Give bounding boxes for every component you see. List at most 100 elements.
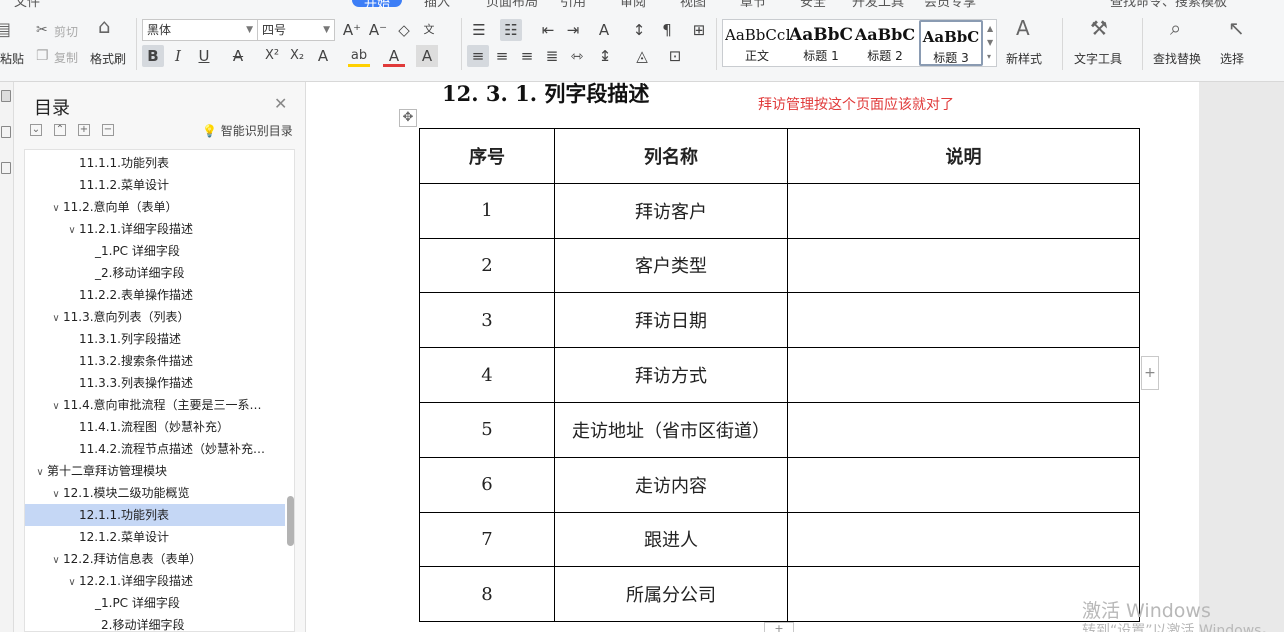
cut-button[interactable]: 剪切 xyxy=(54,23,78,40)
grow-font-icon[interactable]: A⁺ xyxy=(341,19,363,41)
tab-home[interactable]: 开始 xyxy=(352,0,403,8)
font-size-select[interactable]: 四号 ▼ xyxy=(257,19,335,41)
cell-index[interactable]: 5 xyxy=(419,401,555,458)
format-painter-button[interactable]: 格式刷 xyxy=(90,50,126,67)
cell-description[interactable] xyxy=(787,511,1140,568)
chevron-down-icon[interactable]: ∨ xyxy=(49,308,63,328)
chinese-layout-icon[interactable]: A xyxy=(593,19,615,41)
toc-item[interactable]: ∨ 11.2.意向单（表单） xyxy=(25,196,285,218)
chevron-down-icon[interactable]: ∨ xyxy=(49,550,63,570)
remove-heading-icon[interactable]: − xyxy=(102,124,114,136)
toc-item[interactable]: ∨ 11.4.意向审批流程（主要是三一系… xyxy=(25,394,285,416)
numbered-list-icon[interactable]: ☷ xyxy=(500,19,522,41)
chevron-down-icon[interactable]: ∨ xyxy=(65,220,79,240)
align-left-icon[interactable]: ≡ xyxy=(467,45,489,67)
tab-page-layout[interactable]: 页面布局 xyxy=(486,0,538,8)
cell-index[interactable]: 2 xyxy=(419,237,555,294)
clear-format-icon[interactable]: ◇ xyxy=(393,19,415,41)
style-heading-3[interactable]: AaBbC 标题 3 xyxy=(919,20,983,66)
chevron-down-icon[interactable]: ∨ xyxy=(49,396,63,416)
tab-member[interactable]: 会员专享 xyxy=(924,0,976,8)
bold-icon[interactable]: B xyxy=(142,45,164,67)
chevron-down-icon[interactable]: ∨ xyxy=(65,572,79,592)
toc-item[interactable]: 11.4.1.流程图（妙慧补充） xyxy=(25,416,285,438)
toc-item[interactable]: 12.1.1.功能列表 xyxy=(25,504,285,526)
align-center-icon[interactable]: ≡ xyxy=(491,45,513,67)
align-right-icon[interactable]: ≡ xyxy=(516,45,538,67)
expand-gallery-icon[interactable]: ▾ xyxy=(987,52,991,61)
sort-icon[interactable]: ↕ xyxy=(628,19,650,41)
shading-icon[interactable]: ◬ xyxy=(631,45,653,67)
decrease-indent-icon[interactable]: ⇤ xyxy=(537,19,559,41)
chevron-down-icon[interactable]: ∨ xyxy=(49,484,63,504)
new-style-button[interactable]: 新样式 xyxy=(1006,50,1042,67)
toc-item[interactable]: ∨ 12.1.模块二级功能概览 xyxy=(25,482,285,504)
close-icon[interactable]: ✕ xyxy=(274,94,287,113)
col-header-name[interactable]: 列名称 xyxy=(554,128,788,184)
toc-item[interactable]: _2.移动详细字段 xyxy=(25,614,285,631)
font-name-select[interactable]: 黑体 ▼ xyxy=(142,19,258,41)
bookmark-rail-icon[interactable] xyxy=(1,126,11,138)
borders-icon[interactable]: ⊡ xyxy=(664,45,686,67)
justify-icon[interactable]: ≣ xyxy=(541,45,563,67)
cell-index[interactable]: 8 xyxy=(419,566,555,623)
cell-field-name[interactable]: 走访地址（省市区街道） xyxy=(554,401,788,458)
cell-field-name[interactable]: 跟进人 xyxy=(554,511,788,568)
select-button[interactable]: 选择 xyxy=(1220,50,1244,67)
toc-item[interactable]: 12.1.2.菜单设计 xyxy=(25,526,285,548)
cell-field-name[interactable]: 走访内容 xyxy=(554,456,788,513)
cell-index[interactable]: 3 xyxy=(419,292,555,349)
expand-all-icon[interactable]: ⌃ xyxy=(54,124,66,136)
chevron-down-icon[interactable]: ▼ xyxy=(987,38,993,47)
add-heading-icon[interactable]: + xyxy=(78,124,90,136)
chevron-up-icon[interactable]: ▲ xyxy=(987,24,993,33)
tab-view[interactable]: 视图 xyxy=(680,0,706,8)
collapse-all-icon[interactable]: ⌄ xyxy=(30,124,42,136)
tab-file[interactable]: 文件 xyxy=(14,0,40,8)
cell-description[interactable] xyxy=(787,237,1140,294)
char-shading-icon[interactable]: A xyxy=(416,45,438,67)
show-marks-icon[interactable]: ¶ xyxy=(656,19,678,41)
tab-review[interactable]: 审阅 xyxy=(620,0,646,8)
find-replace-button[interactable]: 查找替换 xyxy=(1153,50,1201,67)
toc-item[interactable]: 11.3.1.列字段描述 xyxy=(25,328,285,350)
cell-index[interactable]: 1 xyxy=(419,182,555,239)
toc-rail-icon[interactable] xyxy=(1,90,11,102)
tab-insert[interactable]: 插入 xyxy=(424,0,450,8)
italic-icon[interactable]: I xyxy=(167,45,189,67)
toc-item[interactable]: 11.1.2.菜单设计 xyxy=(25,174,285,196)
highlight-icon[interactable]: ab xyxy=(348,45,370,67)
line-spacing-icon[interactable]: ↨ xyxy=(594,45,616,67)
text-tools-button[interactable]: 文字工具 xyxy=(1074,50,1122,67)
toc-item[interactable]: 11.3.2.搜索条件描述 xyxy=(25,350,285,372)
chevron-down-icon[interactable]: ∨ xyxy=(33,462,47,482)
phonetic-icon[interactable]: 文 xyxy=(418,19,440,41)
cell-field-name[interactable]: 拜访方式 xyxy=(554,347,788,403)
style-normal[interactable]: AaBbCcI 正文 xyxy=(725,20,789,66)
cell-description[interactable] xyxy=(787,456,1140,513)
toc-item[interactable]: 11.1.1.功能列表 xyxy=(25,152,285,174)
toc-item[interactable]: 11.4.2.流程节点描述（妙慧补充… xyxy=(25,438,285,460)
toc-item[interactable]: ∨ 11.3.意向列表（列表） xyxy=(25,306,285,328)
toc-item[interactable]: _2.移动详细字段 xyxy=(25,262,285,284)
cell-description[interactable] xyxy=(787,347,1140,403)
font-color-icon[interactable]: A xyxy=(383,45,405,67)
chevron-down-icon[interactable]: ∨ xyxy=(49,198,63,218)
paste-button[interactable]: 粘贴 xyxy=(0,50,24,67)
tab-references[interactable]: 引用 xyxy=(560,0,586,8)
toc-item[interactable]: 11.2.2.表单操作描述 xyxy=(25,284,285,306)
annotation-note[interactable]: 拜访管理按这个页面应该就对了 xyxy=(758,94,954,114)
toc-item[interactable]: ∨ 12.2.拜访信息表（表单） xyxy=(25,548,285,570)
tab-security[interactable]: 安全 xyxy=(800,0,826,8)
cell-field-name[interactable]: 拜访客户 xyxy=(554,182,788,239)
cell-index[interactable]: 6 xyxy=(419,456,555,513)
cell-description[interactable] xyxy=(787,292,1140,349)
cell-field-name[interactable]: 所属分公司 xyxy=(554,566,788,623)
increase-indent-icon[interactable]: ⇥ xyxy=(562,19,584,41)
col-header-index[interactable]: 序号 xyxy=(419,128,555,184)
table-border-icon[interactable]: ⊞ xyxy=(688,19,710,41)
cell-field-name[interactable]: 客户类型 xyxy=(554,237,788,294)
text-effect-icon[interactable]: A xyxy=(312,45,334,67)
style-heading-2[interactable]: AaBbC 标题 2 xyxy=(853,20,917,66)
cell-index[interactable]: 7 xyxy=(419,511,555,568)
